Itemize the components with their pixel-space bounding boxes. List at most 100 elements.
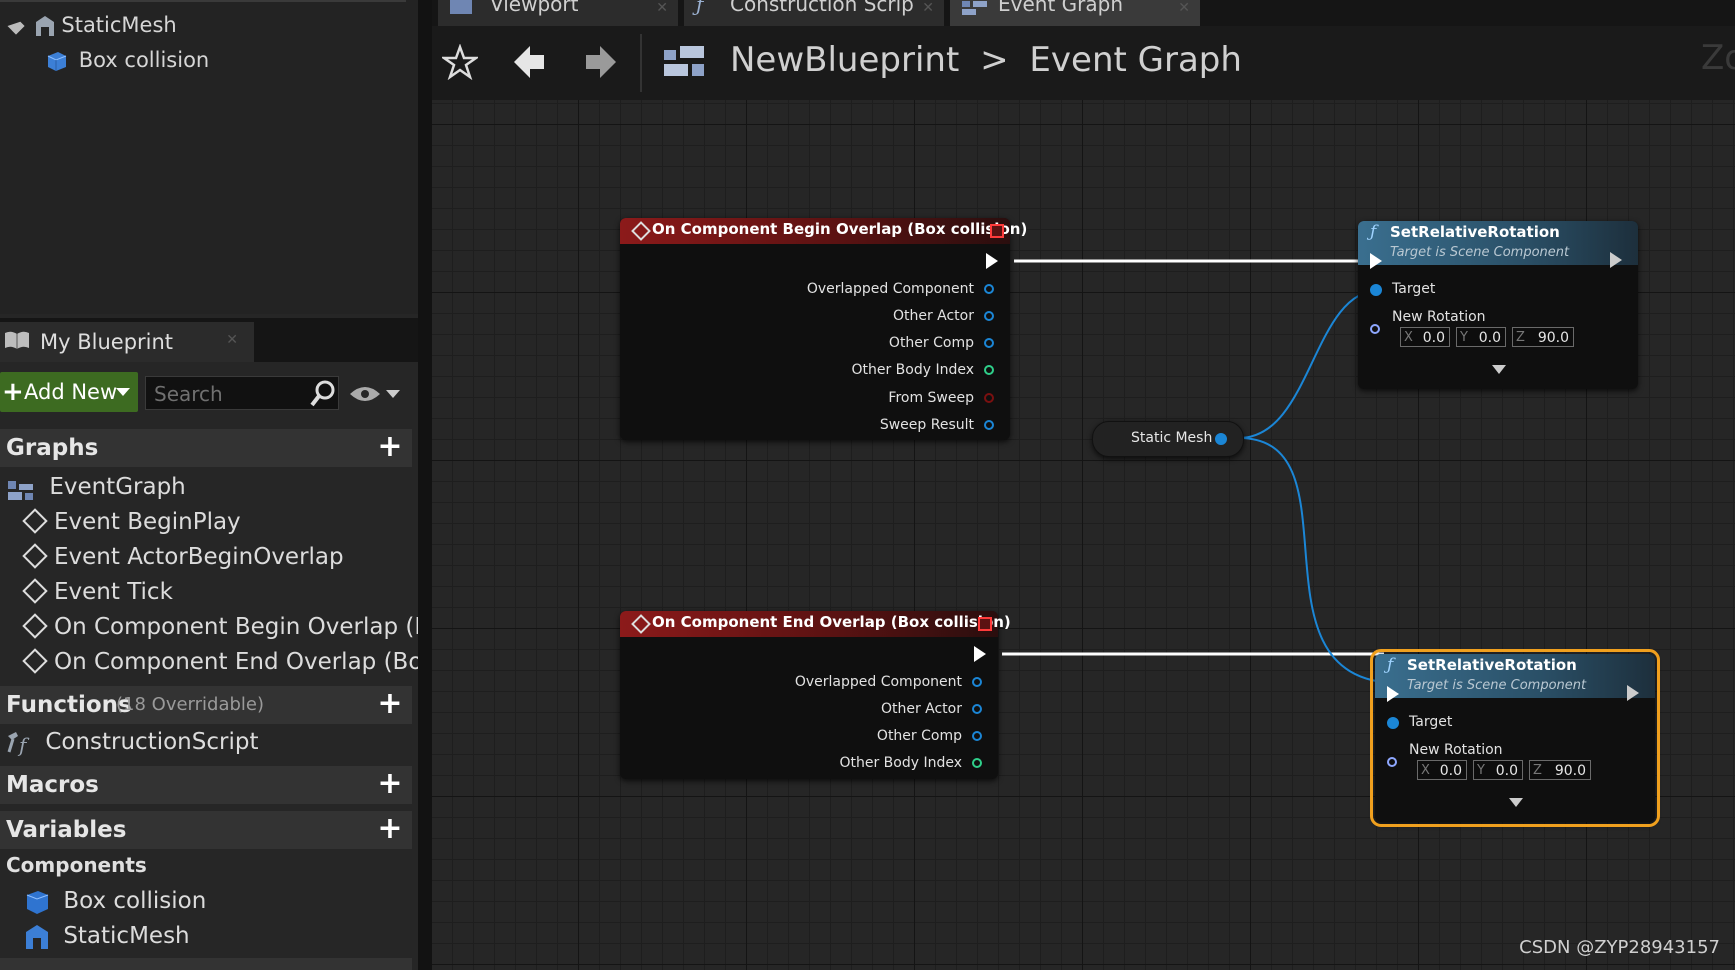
my-blueprint-tab[interactable]: My Blueprint ✕ [0, 322, 254, 362]
pin-label: Other Actor [880, 701, 962, 717]
add-new-button[interactable]: + Add New [0, 372, 138, 412]
node-set-relative-rotation-1[interactable]: ƒ SetRelativeRotation Target is Scene Co… [1358, 221, 1638, 389]
graph-item-event-tick[interactable]: Event Tick [22, 576, 173, 608]
eye-dropdown-icon[interactable] [386, 390, 400, 398]
section-graphs[interactable]: Graphs + [0, 429, 412, 467]
forward-arrow-icon[interactable] [584, 44, 618, 80]
pin-sweep-result[interactable] [984, 420, 994, 430]
pin-other-body-index[interactable] [972, 758, 982, 768]
function-item-constructionscript[interactable]: f ConstructionScript [6, 726, 258, 758]
node-static-mesh-getter[interactable]: Static Mesh [1092, 421, 1244, 457]
chevron-down-icon [116, 388, 130, 396]
exec-in-pin[interactable] [1370, 253, 1382, 269]
pin-other-actor[interactable] [972, 704, 982, 714]
rotation-z-field[interactable]: Z 90.0 [1512, 327, 1574, 347]
pin-other-comp[interactable] [972, 731, 982, 741]
add-graph-button[interactable]: + [376, 432, 404, 462]
add-macro-button[interactable]: + [376, 769, 404, 799]
graph-item-on-component-begin-overlap[interactable]: On Component Begin Overlap (Bo [22, 611, 445, 643]
collapse-arrow-icon[interactable] [7, 17, 25, 35]
expand-arrow-icon[interactable] [1492, 365, 1506, 374]
tree-item-staticmesh[interactable]: StaticMesh [7, 10, 177, 40]
section-functions[interactable]: Functions (18 Overridable) + [0, 686, 412, 724]
item-label: StaticMesh [63, 923, 190, 949]
rotation-y-field[interactable]: Y 0.0 [1456, 327, 1506, 347]
exec-out-pin[interactable] [974, 646, 986, 662]
pin-label: Target [1409, 714, 1453, 730]
watermark: CSDN @ZYP28943157 [1519, 937, 1720, 958]
pin-other-comp[interactable] [984, 338, 994, 348]
tab-event-graph[interactable]: Event Graph ✕ [950, 0, 1200, 26]
pin-target[interactable] [1370, 284, 1382, 296]
section-macros[interactable]: Macros + [0, 766, 412, 804]
box-collision-icon [24, 889, 50, 915]
divider [0, 0, 406, 2]
pin-new-rotation[interactable] [1387, 757, 1397, 767]
rotation-z-field[interactable]: Z 90.0 [1529, 760, 1591, 780]
eye-icon[interactable] [349, 384, 381, 404]
rotation-x-field[interactable]: X 0.0 [1417, 760, 1467, 780]
rotation-x-field[interactable]: X 0.0 [1400, 327, 1450, 347]
components-tree: StaticMesh Box collision [0, 0, 418, 314]
pin-new-rotation[interactable] [1370, 324, 1380, 334]
event-graph-canvas[interactable]: On Component Begin Overlap (Box collisio… [432, 100, 1735, 970]
breadcrumb-root[interactable]: NewBlueprint [730, 40, 959, 80]
rotation-value: 0.0 [1439, 763, 1462, 779]
box-collision-icon [44, 49, 68, 73]
section-label: Variables [6, 817, 127, 843]
add-function-button[interactable]: + [376, 689, 404, 719]
item-label: On Component Begin Overlap (Bo [54, 614, 445, 640]
static-mesh-icon [35, 15, 55, 37]
item-label: EventGraph [49, 474, 186, 500]
tab-construction-script[interactable]: ƒ Construction Scrip ✕ [684, 0, 944, 26]
graph-item-event-actorbeginoverlap[interactable]: Event ActorBeginOverlap [22, 541, 344, 573]
variable-item-box-collision[interactable]: Box collision [24, 885, 206, 917]
function-icon: ƒ [1387, 655, 1394, 675]
panel-splitter[interactable] [418, 0, 432, 970]
exec-out-pin[interactable] [1627, 685, 1639, 701]
graph-item-eventgraph[interactable]: EventGraph [8, 471, 186, 503]
expand-arrow-icon[interactable] [1509, 798, 1523, 807]
pin-label: Overlapped Component [806, 281, 974, 297]
graph-item-on-component-end-overlap[interactable]: On Component End Overlap (Box [22, 646, 435, 678]
close-icon[interactable]: ✕ [656, 0, 668, 16]
pin-overlapped-component[interactable] [984, 284, 994, 294]
exec-out-pin[interactable] [986, 253, 998, 269]
close-icon[interactable]: ✕ [922, 0, 934, 16]
search-icon[interactable] [310, 380, 336, 408]
rotation-y-field[interactable]: Y 0.0 [1473, 760, 1523, 780]
node-title: SetRelativeRotation [1407, 656, 1577, 674]
variable-item-staticmesh[interactable]: StaticMesh [24, 920, 190, 952]
node-begin-overlap[interactable]: On Component Begin Overlap (Box collisio… [620, 218, 1027, 440]
pin-label: Sweep Result [879, 417, 974, 433]
tab-viewport[interactable]: Viewport ✕ [438, 0, 678, 26]
tab-label: Event Graph [998, 0, 1123, 16]
pin-static-mesh-out[interactable] [1215, 433, 1227, 445]
add-variable-button[interactable]: + [376, 814, 404, 844]
back-arrow-icon[interactable] [512, 44, 546, 80]
pin-other-actor[interactable] [984, 311, 994, 321]
node-title: On Component End Overlap (Box collision) [652, 613, 1011, 631]
components-category[interactable]: Components [6, 853, 147, 877]
graph-item-event-beginplay[interactable]: Event BeginPlay [22, 506, 241, 538]
tree-item-label: StaticMesh [61, 13, 177, 37]
tree-item-box-collision[interactable]: Box collision [44, 45, 209, 75]
category-label: Components [6, 853, 147, 877]
section-variables[interactable]: Variables + [0, 811, 412, 849]
pin-from-sweep[interactable] [984, 393, 994, 403]
pin-label: New Rotation [1409, 742, 1503, 758]
close-icon[interactable]: ✕ [226, 332, 238, 348]
pin-target[interactable] [1387, 717, 1399, 729]
pin-other-body-index[interactable] [984, 365, 994, 375]
event-icon [22, 542, 48, 569]
close-icon[interactable]: ✕ [1178, 0, 1190, 16]
pin-label: Other Body Index [839, 755, 962, 771]
exec-in-pin[interactable] [1387, 686, 1399, 702]
exec-out-pin[interactable] [1610, 252, 1622, 268]
overridable-count: (18 Overridable) [116, 694, 265, 715]
node-set-relative-rotation-2[interactable]: ƒ SetRelativeRotation Target is Scene Co… [1370, 649, 1660, 827]
favorite-star-icon[interactable] [440, 43, 480, 81]
node-end-overlap[interactable]: On Component End Overlap (Box collision)… [620, 611, 1011, 779]
rotation-value: 0.0 [1422, 330, 1445, 346]
pin-overlapped-component[interactable] [972, 677, 982, 687]
